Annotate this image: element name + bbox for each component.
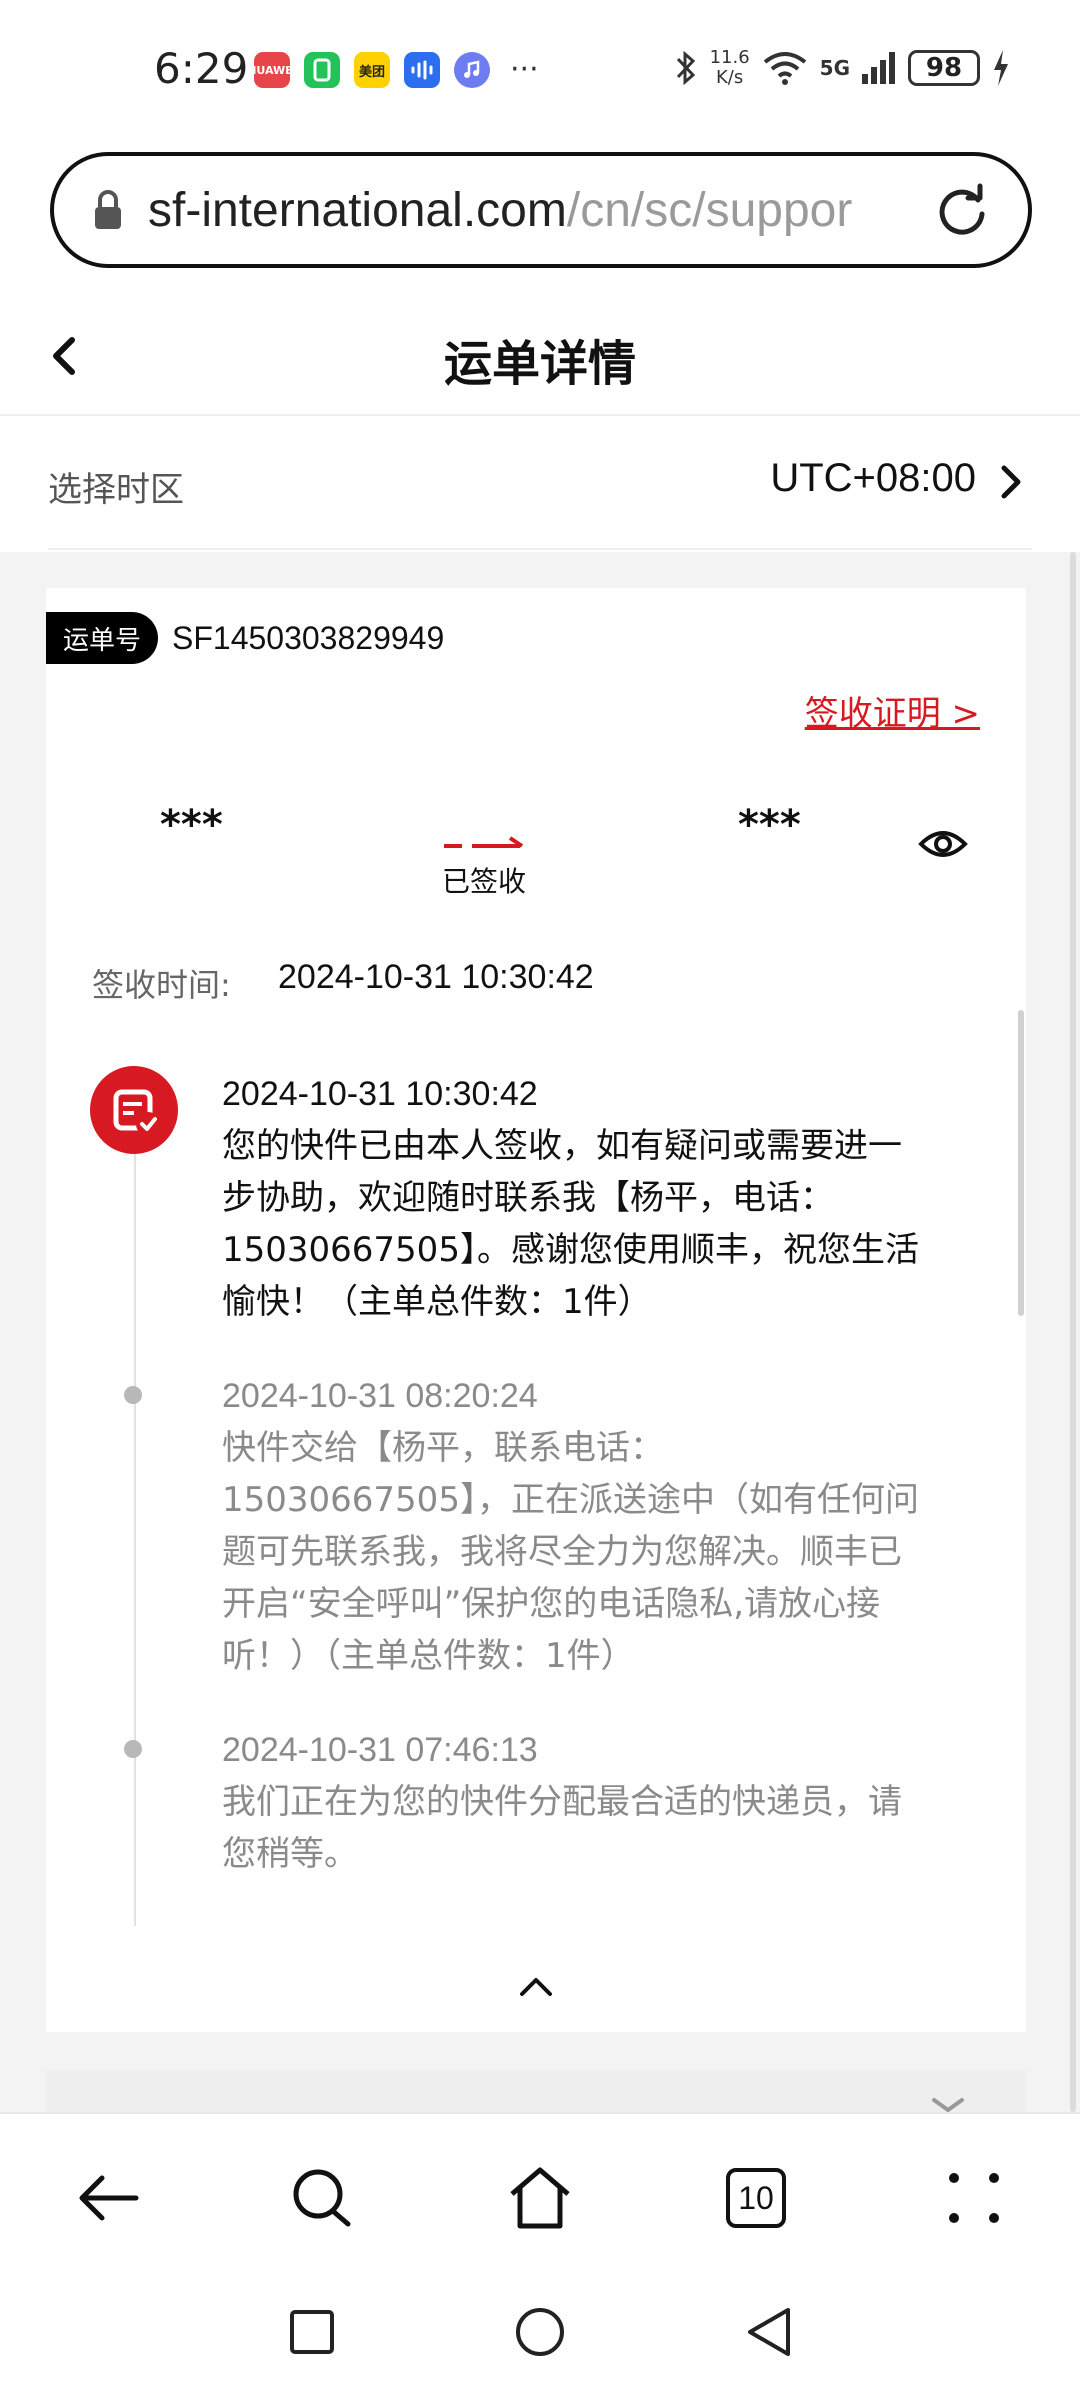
waybill-number: SF1450303829949 <box>172 620 445 656</box>
page-scrollbar[interactable] <box>1070 552 1076 2112</box>
timeline-dot <box>124 1386 142 1404</box>
tabs-button[interactable]: 10 <box>726 2168 786 2228</box>
status-bar: 6:29 HUAWEI 美团 ··· 11.6 K/s 5G 98 <box>0 0 1080 140</box>
receiver-city: *** <box>738 802 801 848</box>
timezone-label: 选择时区 <box>48 470 184 510</box>
timeline-scrollbar[interactable] <box>1018 1010 1024 1316</box>
charging-icon <box>994 50 1008 86</box>
wifi-icon <box>763 52 806 85</box>
timeline-time: 2024-10-31 07:46:13 <box>222 1731 538 1769</box>
next-card <box>46 2070 1026 2112</box>
meituan-icon: 美团 <box>354 52 390 88</box>
sign-time-label: 签收时间: <box>92 966 231 1004</box>
timeline-text: 您的快件已由本人签收，如有疑问或需要进一步协助，欢迎随时联系我【杨平，电话：15… <box>222 1126 919 1322</box>
recents-icon[interactable] <box>288 2308 336 2356</box>
bluetooth-icon <box>676 50 695 86</box>
timeline-entry: 2024-10-31 10:30:42 您的快件已由本人签收，如有疑问或需要进一… <box>222 1068 922 1328</box>
network-type: 5G <box>819 56 850 80</box>
timeline-line <box>134 1150 136 1926</box>
home-circle-icon[interactable] <box>514 2306 566 2358</box>
signal-icon <box>862 52 895 84</box>
waybill-tag: 运单号 <box>46 612 158 664</box>
chevron-down-icon[interactable] <box>928 2098 968 2112</box>
lock-icon <box>95 190 121 229</box>
timezone-selector[interactable]: 选择时区 UTC+08:00 <box>48 418 1032 550</box>
page-title: 运单详情 <box>443 336 636 392</box>
page-header: 运单详情 <box>0 290 1080 416</box>
eye-icon[interactable] <box>918 824 968 864</box>
signed-receipt-icon <box>90 1066 178 1154</box>
menu-dots-icon[interactable] <box>940 2164 1008 2232</box>
timeline-entry: 2024-10-31 07:46:13 我们正在为您的快件分配最合适的快递员，请… <box>222 1724 922 1880</box>
system-navigation-bar <box>0 2264 1080 2400</box>
sender-city: *** <box>160 802 223 848</box>
huawei-store-icon: HUAWEI <box>247 52 297 88</box>
system-status-icons: 11.6 K/s 5G 98 <box>674 48 1010 88</box>
delivery-proof-link[interactable]: 签收证明 > <box>805 686 980 735</box>
timeline-text: 我们正在为您的快件分配最合适的快递员，请您稍等。 <box>222 1782 902 1874</box>
sign-time-value: 2024-10-31 10:30:42 <box>278 958 594 996</box>
voice-app-icon <box>404 52 440 88</box>
timeline-text: 快件交给【杨平，联系电话：15030667505】，正在派送途中（如有任何问题可… <box>222 1428 919 1676</box>
music-app-icon <box>454 52 490 88</box>
chevron-right-icon <box>1001 465 1021 499</box>
delivery-status: 已签收 <box>442 865 527 898</box>
address-bar[interactable]: sf-international.com/cn/sc/suppor <box>50 152 1032 268</box>
back-arrow-icon[interactable] <box>74 2164 142 2232</box>
notification-icons: HUAWEI 美团 ··· <box>247 52 539 88</box>
battery-indicator: 98 <box>908 50 980 86</box>
status-time: 6:29 <box>154 44 249 93</box>
route-arrow-icon <box>444 836 524 848</box>
back-triangle-icon[interactable] <box>744 2306 796 2358</box>
more-notifications-icon: ··· <box>510 52 539 87</box>
home-icon[interactable] <box>506 2164 574 2232</box>
chevron-up-icon[interactable] <box>516 1974 556 2000</box>
url-text[interactable]: sf-international.com/cn/sc/suppor <box>148 183 884 238</box>
timeline-time: 2024-10-31 08:20:24 <box>222 1377 538 1415</box>
reload-icon[interactable] <box>932 182 992 242</box>
timeline-entry: 2024-10-31 08:20:24 快件交给【杨平，联系电话：1503066… <box>222 1370 922 1682</box>
network-speed: 11.6 K/s <box>709 47 750 88</box>
search-icon[interactable] <box>288 2164 356 2232</box>
green-app-icon <box>304 52 340 88</box>
browser-toolbar <box>0 2112 1080 2264</box>
timeline-time: 2024-10-31 10:30:42 <box>222 1075 538 1113</box>
timeline-dot <box>124 1740 142 1758</box>
timezone-value: UTC+08:00 <box>770 456 976 500</box>
